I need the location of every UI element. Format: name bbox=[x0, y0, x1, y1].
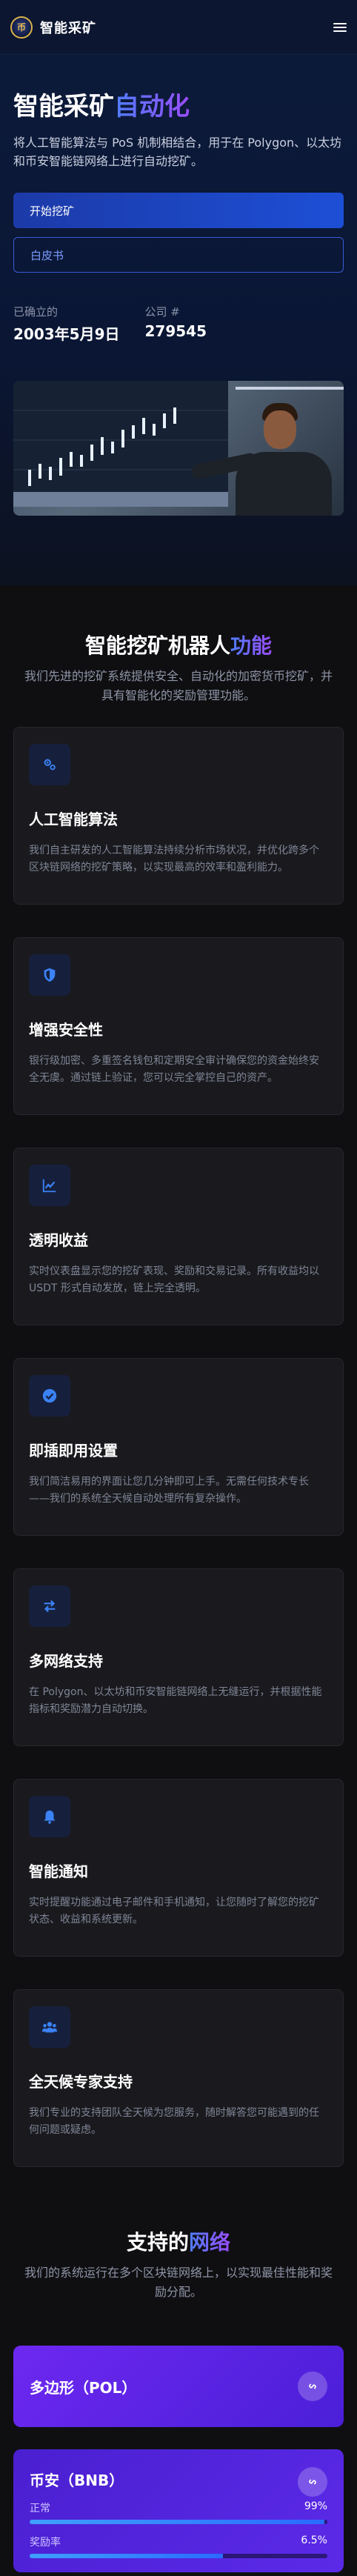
link-icon[interactable] bbox=[298, 2372, 327, 2402]
networks-subtitle: 我们的系统运行在多个区块链网络上，以实现最佳性能和奖励分配。 bbox=[24, 2266, 333, 2299]
feature-title: 增强安全性 bbox=[29, 1021, 103, 1039]
start-mining-button[interactable]: 开始挖矿 bbox=[13, 193, 344, 229]
feature-card-support: 全天候专家支持 我们专业的支持团队全天候为您服务，随时解答您可能遇到的任何问题或… bbox=[13, 1989, 344, 2168]
top-header: 币 智能采矿 bbox=[0, 0, 357, 55]
network-name: 多边形（POL） bbox=[30, 2378, 137, 2397]
hero-stats: 已确立的 2003年5月9日 公司 # 279545 bbox=[13, 304, 344, 344]
features-subtitle: 我们先进的挖矿系统提供安全、自动化的加密货币挖矿，并具有智能化的奖励管理功能。 bbox=[24, 669, 333, 702]
features-section: 智能挖矿机器人功能 我们先进的挖矿系统提供安全、自动化的加密货币挖矿，并具有智能… bbox=[0, 585, 357, 2168]
metric-label: 奖励率 bbox=[30, 2537, 61, 2549]
feature-title: 多网络支持 bbox=[29, 1652, 103, 1671]
network-card-bnb[interactable]: 币安（BNB） 正常 99% 奖励率 6.5% bbox=[13, 2449, 344, 2573]
hero-title: 智能采矿自动化 bbox=[13, 92, 344, 122]
feature-desc: 实时提醒功能通过电子邮件和手机通知，让您随时了解您的挖矿状态、收益和系统更新。 bbox=[29, 1897, 319, 1926]
ceiling-light bbox=[236, 387, 344, 390]
stat-company: 公司 # 279545 bbox=[145, 304, 207, 344]
reward-progress-bar bbox=[30, 2554, 327, 2559]
stat-established: 已确立的 2003年5月9日 bbox=[13, 304, 120, 344]
uptime-progress-fill bbox=[30, 2520, 324, 2525]
features-title: 智能挖矿机器人功能 bbox=[13, 630, 344, 659]
feature-card-network: 多网络支持 在 Polygon、以太坊和币安智能链网络上无缝运行，并根据性能指标… bbox=[13, 1568, 344, 1747]
users-icon bbox=[29, 2006, 70, 2049]
brand-logo[interactable]: 币 bbox=[10, 16, 33, 39]
reward-progress-fill bbox=[30, 2554, 224, 2559]
metric-value: 6.5% bbox=[301, 2535, 327, 2547]
stat-label: 已确立的 bbox=[13, 305, 59, 319]
feature-title: 智能通知 bbox=[29, 1863, 88, 1881]
feature-desc: 我们自主研发的人工智能算法持续分析市场状况，并优化跨多个区块链网络的挖矿策略，以… bbox=[29, 845, 319, 873]
hero-section: 智能采矿自动化 将人工智能算法与 PoS 机制相结合，用于在 Polygon、以… bbox=[0, 55, 357, 585]
feature-title: 即插即用设置 bbox=[29, 1442, 118, 1460]
hero-image bbox=[13, 381, 344, 516]
features-title-main: 智能挖矿机器人 bbox=[84, 633, 230, 658]
stat-value: 279545 bbox=[144, 322, 207, 341]
whitepaper-button[interactable]: 白皮书 bbox=[13, 237, 344, 273]
person-body bbox=[236, 452, 332, 516]
exchange-icon bbox=[29, 1585, 70, 1628]
networks-section: 支持的网络 我们的系统运行在多个区块链网络上，以实现最佳性能和奖励分配。 多边形… bbox=[0, 2167, 357, 2573]
hero-title-main: 智能采矿 bbox=[13, 92, 114, 122]
feature-list: 人工智能算法 我们自主研发的人工智能算法持续分析市场状况，并优化跨多个区块链网络… bbox=[13, 727, 344, 2168]
features-title-accent: 功能 bbox=[230, 633, 273, 658]
feature-card-setup: 即插即用设置 我们简洁易用的界面让您几分钟即可上手。无需任何技术专长——我们的系… bbox=[13, 1358, 344, 1537]
gears-icon bbox=[29, 744, 70, 786]
metric-label: 正常 bbox=[30, 2503, 50, 2515]
networks-title-accent: 网络 bbox=[189, 2230, 231, 2255]
feature-card-notify: 智能通知 实时提醒功能通过电子邮件和手机通知，让您随时了解您的挖矿状态、收益和系… bbox=[13, 1779, 344, 1957]
feature-title: 透明收益 bbox=[29, 1231, 88, 1250]
feature-card-security: 增强安全性 银行级加密、多重签名钱包和定期安全审计确保您的资金始终安全无虞。通过… bbox=[13, 937, 344, 1116]
metric-uptime: 正常 99% bbox=[30, 2500, 327, 2515]
link-icon[interactable] bbox=[298, 2467, 327, 2497]
hamburger-menu-icon[interactable] bbox=[333, 22, 347, 32]
feature-title: 全天候专家支持 bbox=[29, 2073, 133, 2091]
chart-line-icon bbox=[29, 1165, 70, 1207]
stat-value: 2003年5月9日 bbox=[13, 325, 120, 344]
check-circle-icon bbox=[29, 1375, 70, 1417]
metric-value: 99% bbox=[304, 2500, 327, 2513]
brand-name[interactable]: 智能采矿 bbox=[40, 18, 96, 37]
hero-description: 将人工智能算法与 PoS 机制相结合，用于在 Polygon、以太坊和币安智能链… bbox=[13, 135, 342, 168]
feature-card-earnings: 透明收益 实时仪表盘显示您的挖矿表现、奖励和交易记录。所有收益均以 USDT 形… bbox=[13, 1148, 344, 1326]
feature-desc: 实时仪表盘显示您的挖矿表现、奖励和交易记录。所有收益均以 USDT 形式自动发放… bbox=[29, 1265, 319, 1294]
feature-desc: 在 Polygon、以太坊和币安智能链网络上无缝运行，并根据性能指标和奖励潜力自… bbox=[29, 1686, 322, 1715]
metric-reward-rate: 奖励率 6.5% bbox=[30, 2535, 327, 2549]
network-card-polygon[interactable]: 多边形（POL） bbox=[13, 2346, 344, 2428]
bell-icon bbox=[29, 1796, 70, 1838]
feature-desc: 我们简洁易用的界面让您几分钟即可上手。无需任何技术专长——我们的系统全天候自动处… bbox=[29, 1476, 309, 1505]
feature-desc: 银行级加密、多重签名钱包和定期安全审计确保您的资金始终安全无虞。通过链上验证，您… bbox=[29, 1055, 319, 1084]
feature-card-ai: 人工智能算法 我们自主研发的人工智能算法持续分析市场状况，并优化跨多个区块链网络… bbox=[13, 727, 344, 905]
uptime-progress-bar bbox=[30, 2520, 327, 2525]
feature-title: 人工智能算法 bbox=[29, 811, 118, 829]
networks-title-main: 支持的 bbox=[126, 2230, 189, 2255]
shield-icon bbox=[29, 954, 70, 996]
hero-title-accent: 自动化 bbox=[114, 92, 190, 122]
stat-label: 公司 # bbox=[144, 305, 180, 319]
networks-title: 支持的网络 bbox=[13, 2226, 344, 2256]
feature-desc: 我们专业的支持团队全天候为您服务，随时解答您可能遇到的任何问题或疑虑。 bbox=[29, 2107, 319, 2136]
person-head bbox=[264, 410, 296, 450]
trading-screen-image bbox=[13, 381, 228, 507]
network-name: 币安（BNB） bbox=[30, 2472, 124, 2490]
